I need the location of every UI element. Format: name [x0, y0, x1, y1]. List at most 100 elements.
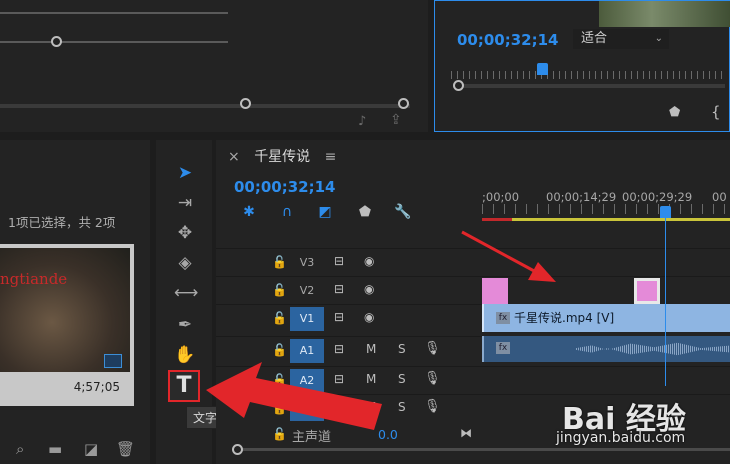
- eye-icon[interactable]: ◉: [364, 282, 374, 296]
- eye-icon[interactable]: ◉: [364, 254, 374, 268]
- trash-icon[interactable]: 🗑: [116, 440, 135, 458]
- panel-scrollbar[interactable]: [0, 104, 410, 108]
- pink-clip[interactable]: [482, 278, 508, 304]
- slider-track: [0, 12, 228, 14]
- lock-icon[interactable]: 🔓: [272, 311, 287, 325]
- monitor-playhead[interactable]: [537, 63, 548, 75]
- add-marker-icon[interactable]: ⬟: [356, 204, 374, 222]
- master-label: 主声道: [292, 430, 332, 445]
- lock-icon[interactable]: 🔓: [272, 373, 287, 387]
- mark-in-icon[interactable]: {: [711, 103, 721, 121]
- mic-icon[interactable]: 🎙: [424, 371, 441, 386]
- sequence-name: 千星传说: [254, 149, 311, 165]
- mute-button[interactable]: M: [366, 400, 376, 414]
- track-label[interactable]: V1: [290, 307, 324, 331]
- new-bin-icon[interactable]: ▬: [48, 440, 62, 458]
- sync-lock-icon[interactable]: ⊟: [334, 310, 344, 324]
- playhead-line: [665, 218, 666, 386]
- lock-icon[interactable]: 🔓: [272, 283, 287, 297]
- work-area-bar[interactable]: [482, 218, 730, 221]
- type-tool-button[interactable]: T: [168, 370, 200, 402]
- track-select-tool-icon[interactable]: ⇥: [174, 192, 196, 214]
- go-to-in-out-icon[interactable]: ⧓: [460, 426, 472, 440]
- baidu-watermark-url: jingyan.baidu.com: [556, 430, 686, 446]
- add-marker-icon[interactable]: ⬟: [669, 105, 680, 120]
- track-v3: 🔓 V3 ⊟ ◉: [216, 248, 730, 276]
- search-icon[interactable]: ⌕: [16, 440, 24, 458]
- nest-toggle-icon[interactable]: ✱: [240, 204, 258, 222]
- playhead[interactable]: [660, 206, 671, 218]
- mic-icon[interactable]: 🎙: [424, 341, 441, 356]
- ripple-edit-tool-icon[interactable]: ✥: [174, 222, 196, 244]
- program-timecode[interactable]: 00;00;32;14: [457, 31, 559, 49]
- slider-knob[interactable]: [51, 36, 62, 47]
- eye-icon[interactable]: ◉: [364, 310, 374, 324]
- sync-lock-icon[interactable]: ⊟: [334, 400, 344, 414]
- lock-icon[interactable]: 🔓: [272, 427, 287, 441]
- razor-tool-icon[interactable]: ◈: [174, 252, 196, 274]
- timeline-scrollbar[interactable]: [236, 448, 730, 451]
- track-header: 🔓 A1 ⊟ M S 🎙: [216, 337, 482, 365]
- clip-duration: 4;57;05: [73, 380, 120, 394]
- timeline-timecode[interactable]: 00;00;32;14: [234, 178, 336, 196]
- track-label[interactable]: V2: [290, 279, 324, 303]
- track-header: 🔓 A2 ⊟ M S 🎙: [216, 367, 482, 395]
- lock-icon[interactable]: 🔓: [272, 401, 287, 415]
- monitor-zoom-bar[interactable]: [453, 84, 725, 88]
- thumbnail-overlay-text: ngtiande: [0, 270, 68, 288]
- lock-icon[interactable]: 🔓: [272, 343, 287, 357]
- solo-button[interactable]: S: [398, 372, 406, 386]
- video-clip-v1[interactable]: fx 千星传说.mp4 [V]: [482, 304, 730, 332]
- scroll-end-handle[interactable]: [398, 98, 409, 109]
- sequence-badge-icon: [104, 354, 122, 368]
- snap-magnet-icon[interactable]: ∩: [278, 204, 296, 222]
- panel-menu-icon[interactable]: ≡: [325, 149, 337, 165]
- sync-lock-icon[interactable]: ⊟: [334, 254, 344, 268]
- monitor-ruler: [451, 71, 725, 79]
- program-monitor-panel: 00;00;32;14 适合 ⌄ ⬟ {: [434, 0, 730, 132]
- slip-tool-icon[interactable]: ⟷: [174, 282, 198, 304]
- close-icon[interactable]: ×: [228, 149, 240, 165]
- wrench-icon[interactable]: 🔧: [394, 204, 412, 222]
- sync-lock-icon[interactable]: ⊟: [334, 342, 344, 356]
- track-a2: 🔓 A2 ⊟ M S 🎙: [216, 366, 730, 394]
- solo-button[interactable]: S: [398, 400, 406, 414]
- track-label[interactable]: A2: [290, 369, 324, 393]
- mute-button[interactable]: M: [366, 342, 376, 356]
- ruler-label: 00;00;14;29: [546, 190, 617, 204]
- mute-button[interactable]: M: [366, 372, 376, 386]
- clip-name: 千星传说.mp4 [V]: [514, 311, 615, 325]
- project-toolbar: ⌕ ▬ ◪ 🗑: [0, 440, 150, 462]
- monitor-zoom-handle[interactable]: [453, 80, 464, 91]
- audio-clip-a1[interactable]: fx: [482, 336, 730, 362]
- fit-zoom-select[interactable]: 适合 ⌄: [573, 29, 669, 49]
- ruler-label: 00: [712, 190, 727, 204]
- pink-clip-selected[interactable]: [634, 278, 660, 304]
- scroll-start-handle[interactable]: [240, 98, 251, 109]
- effect-controls-panel: ♪ ⇪: [0, 0, 428, 132]
- sequence-tab[interactable]: × 千星传说 ≡: [228, 146, 336, 166]
- timeline-scroll-handle[interactable]: [232, 444, 243, 455]
- ruler-label: ;00;00: [482, 190, 520, 204]
- track-label-blank[interactable]: [290, 397, 324, 421]
- hand-tool-icon[interactable]: ✋: [174, 344, 196, 366]
- selection-tool-icon[interactable]: ➤: [174, 162, 196, 184]
- export-frame-icon[interactable]: ♪: [358, 114, 366, 129]
- new-item-icon[interactable]: ◪: [84, 440, 98, 458]
- track-label[interactable]: A1: [290, 339, 324, 363]
- thumbnail-image: ngtiande: [0, 248, 130, 372]
- fx-badge: fx: [496, 342, 510, 354]
- solo-button[interactable]: S: [398, 342, 406, 356]
- track-label[interactable]: V3: [290, 251, 324, 275]
- project-clip-thumbnail[interactable]: ngtiande 4;57;05: [0, 244, 134, 406]
- lock-icon[interactable]: 🔓: [272, 255, 287, 269]
- share-icon[interactable]: ⇪: [390, 112, 402, 128]
- sync-lock-icon[interactable]: ⊟: [334, 372, 344, 386]
- sync-lock-icon[interactable]: ⊟: [334, 282, 344, 296]
- master-volume-value[interactable]: 0.0: [378, 427, 398, 442]
- pen-tool-icon[interactable]: ✒: [174, 314, 196, 336]
- mic-icon[interactable]: 🎙: [424, 399, 441, 414]
- selection-status: 1项已选择，共 2项: [8, 215, 116, 230]
- linked-selection-icon[interactable]: ◩: [316, 204, 334, 222]
- fx-badge: fx: [496, 312, 510, 324]
